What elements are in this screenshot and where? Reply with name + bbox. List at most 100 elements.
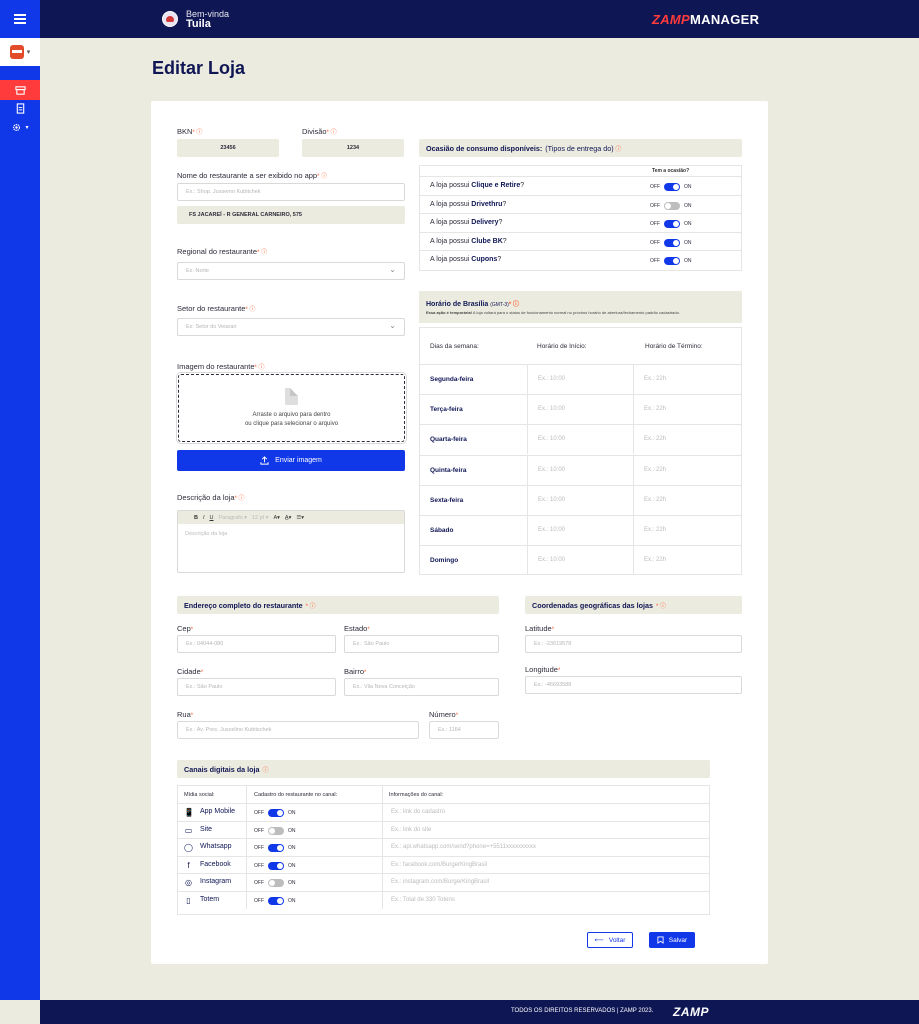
sidebar-item-settings[interactable]: ▾ <box>0 117 40 137</box>
italic-button[interactable]: I <box>203 515 205 521</box>
start-time-input[interactable]: Ex.: 10:00 <box>527 516 633 545</box>
totem-icon: ▯ <box>186 895 191 905</box>
sidebar-item-documents[interactable] <box>0 98 40 118</box>
regional-select[interactable]: Ex: Norte <box>177 262 405 280</box>
top-bar: Bem-vinda Tuila ZAMPMANAGER <box>0 0 919 38</box>
numero-label: Número* <box>429 710 459 719</box>
bookmark-icon <box>657 936 664 944</box>
estado-input[interactable]: Ex.: São Paulo <box>344 635 499 653</box>
ocasiao-toggle[interactable]: OFF ON <box>650 201 692 210</box>
bold-button[interactable]: B <box>194 515 198 521</box>
save-button[interactable]: Salvar <box>649 932 695 948</box>
canal-name: Instagram <box>200 878 232 885</box>
divisao-field: 1234 <box>302 139 404 157</box>
image-dropzone[interactable]: Arraste o arquivo para dentro ou clique … <box>176 372 407 444</box>
canal-info-input[interactable]: Ex.: facebook.com/BurgerKingBrasil <box>382 856 711 874</box>
end-time-input[interactable]: Ex.: 22h <box>633 516 741 545</box>
end-time-input[interactable]: Ex.: 22h <box>633 395 741 425</box>
toggle-switch[interactable] <box>268 809 284 817</box>
back-button[interactable]: ⟵ Voltar <box>587 932 633 948</box>
gear-icon <box>13 123 21 131</box>
text-color-button[interactable]: A▾ <box>273 515 279 521</box>
align-button[interactable]: ☰▾ <box>296 515 304 521</box>
cep-input[interactable]: Ex.: 04044-080 <box>177 635 336 653</box>
end-time-input[interactable]: Ex.: 22h <box>633 365 741 394</box>
start-time-input[interactable]: Ex.: 10:00 <box>527 455 633 485</box>
canal-toggle[interactable]: OFF ON <box>254 826 296 835</box>
longitude-label: Longitude* <box>525 665 561 674</box>
toggle-switch[interactable] <box>268 826 284 835</box>
description-editor[interactable]: B I U Paragrafo ▾ 12 pt ▾ A▾ A̲▾ ☰▾ Desc… <box>177 510 405 573</box>
canal-info-input[interactable]: Ex.: link do cadastro <box>382 804 711 821</box>
end-time-input[interactable]: Ex.: 22h <box>633 455 741 485</box>
user-name: Tuila <box>186 18 211 30</box>
start-time-input[interactable]: Ex.: 10:00 <box>527 485 633 515</box>
ocasiao-col-header: Tem a ocasião? <box>420 166 741 177</box>
underline-button[interactable]: U <box>210 515 214 521</box>
cidade-label: Cidade* <box>177 667 204 676</box>
user-welcome: Bem-vinda Tuila <box>162 9 229 30</box>
toggle-switch[interactable] <box>268 861 284 870</box>
start-time-input[interactable]: Ex.: 10:00 <box>527 425 633 455</box>
start-time-input[interactable]: Ex.: 10:00 <box>527 546 633 576</box>
toggle-switch[interactable] <box>268 844 284 852</box>
end-time-input[interactable]: Ex.: 22h <box>633 546 741 576</box>
regional-label: Regional do restaurante* ⓘ <box>177 247 268 256</box>
endereco-header: Endereço completo do restaurante * ⓘ <box>177 596 499 614</box>
start-time-input[interactable]: Ex.: 10:00 <box>527 395 633 425</box>
canal-name: App Mobile <box>200 808 236 815</box>
toggle-switch[interactable] <box>664 183 680 191</box>
toggle-switch[interactable] <box>664 220 680 228</box>
canal-toggle[interactable]: OFF ON <box>254 879 296 887</box>
canais-header: Canais digitais da loja ⓘ <box>177 760 710 778</box>
upload-image-button[interactable]: Enviar imagem <box>177 450 405 471</box>
divisao-label: Divisão* ⓘ <box>302 127 337 136</box>
canal-toggle[interactable]: OFF ON <box>254 809 296 817</box>
rua-input[interactable]: Ex.: Av. Pres. Juscelino Kubitschek <box>177 721 419 739</box>
canal-toggle[interactable]: OFF ON <box>254 844 296 852</box>
end-time-input[interactable]: Ex.: 22h <box>633 485 741 515</box>
avatar[interactable] <box>162 11 178 27</box>
end-time-input[interactable]: Ex.: 22h <box>633 425 741 455</box>
ocasiao-row: A loja possui Cupons? OFF ON <box>430 256 692 265</box>
store-logo-icon <box>9 45 24 59</box>
ocasiao-toggle[interactable]: OFF ON <box>650 238 692 247</box>
highlight-button[interactable]: A̲▾ <box>285 515 291 521</box>
setor-select[interactable]: Ex: Setor do Veiarari <box>177 318 405 336</box>
rua-label: Rua* <box>177 710 194 719</box>
ocasiao-table: Tem a ocasião? A loja possui Clique e Re… <box>419 165 742 271</box>
canal-info-input[interactable]: Ex.: api.whatsapp.com/send?phone=+5511xx… <box>382 839 711 856</box>
ocasiao-toggle[interactable]: OFF ON <box>650 183 692 191</box>
horario-row: Sábado Ex.: 10:00 Ex.: 22h <box>420 515 741 545</box>
toggle-switch[interactable] <box>664 238 680 247</box>
nome-exibido-input[interactable]: Ex.: Shop. Jussemo Kubitchek <box>177 183 405 201</box>
paragraph-style-select[interactable]: Paragrafo ▾ <box>219 515 247 521</box>
canal-toggle[interactable]: OFF ON <box>254 861 296 870</box>
toggle-switch[interactable] <box>664 257 680 265</box>
canal-row: 📱 App Mobile OFF ON Ex.: link do cadastro <box>178 804 709 822</box>
canal-toggle[interactable]: OFF ON <box>254 896 296 905</box>
edit-store-form: BKN* ⓘ 23456 Divisão* ⓘ 1234 Nome do res… <box>151 101 768 964</box>
latitude-input[interactable]: Ex.: -23619578 <box>525 635 742 653</box>
ocasiao-toggle[interactable]: OFF ON <box>650 220 692 228</box>
store-switcher[interactable]: ▾ <box>0 38 40 66</box>
longitude-input[interactable]: Ex.: -46693588 <box>525 676 742 694</box>
coordenadas-header: Coordenadas geográficas das lojas * ⓘ <box>525 596 742 614</box>
toggle-switch[interactable] <box>664 201 680 210</box>
canal-info-input[interactable]: Ex.: link do site <box>382 821 711 839</box>
canal-info-input[interactable]: Ex.: Total de 330 Totens <box>382 891 711 909</box>
toggle-switch[interactable] <box>268 879 284 887</box>
toggle-switch[interactable] <box>268 896 284 905</box>
canal-name: Totem <box>200 895 220 903</box>
menu-button[interactable] <box>0 0 40 38</box>
font-size-select[interactable]: 12 pt ▾ <box>252 515 269 521</box>
sidebar-item-stores[interactable] <box>0 80 40 100</box>
start-time-input[interactable]: Ex.: 10:00 <box>527 365 633 394</box>
canal-name: Site <box>200 825 213 833</box>
bairro-input[interactable]: Ex.: Vila Nova Conceição <box>344 678 499 696</box>
numero-input[interactable]: Ex.: 1164 <box>429 721 499 739</box>
ocasiao-header: Ocasião de consumo disponíveis: (Tipos de… <box>419 139 742 157</box>
ocasiao-toggle[interactable]: OFF ON <box>650 257 692 265</box>
canal-info-input[interactable]: Ex.: instagram.com/BurgerKingBrasil <box>382 874 711 891</box>
cidade-input[interactable]: Ex.: São Paulo <box>177 678 336 696</box>
